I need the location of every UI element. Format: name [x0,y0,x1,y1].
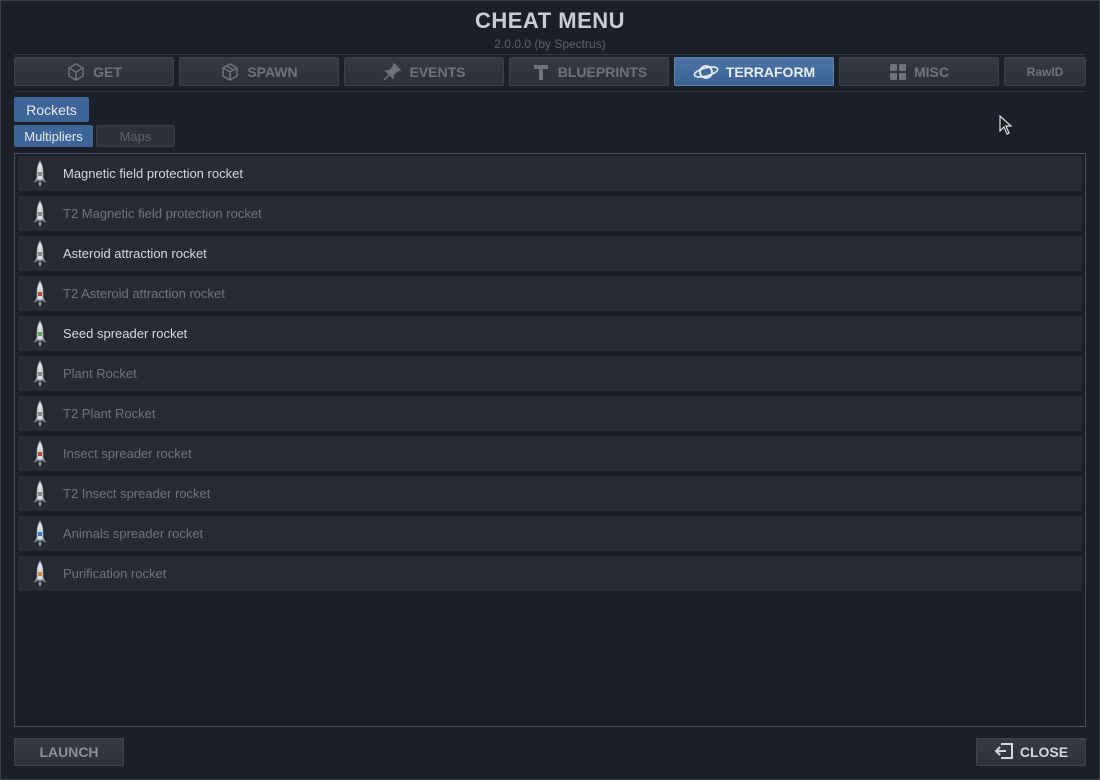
tab-events[interactable]: EVENTS [344,57,504,86]
tab-label: MISC [914,63,949,80]
tab-blueprints[interactable]: BLUEPRINTS [509,57,669,86]
divider [14,54,1086,55]
tab-label: RawID [1026,64,1064,79]
list-item-label: Animals spreader rocket [63,526,204,541]
list-item[interactable]: T2 Magnetic field protection rocket [18,196,1082,232]
list-item-label: Purification rocket [63,566,167,581]
list-item[interactable]: T2 Plant Rocket [18,396,1082,432]
list-item-label: T2 Asteroid attraction rocket [63,286,225,301]
tab-label: GET [93,63,122,80]
list-item[interactable]: Purification rocket [18,556,1082,592]
subtab-multipliers[interactable]: Multipliers [14,125,93,147]
close-button[interactable]: CLOSE [976,738,1086,766]
planet-icon [693,62,719,82]
rocket-icon [20,556,60,591]
list-item-label: T2 Magnetic field protection rocket [63,206,262,221]
list-item-label: T2 Insect spreader rocket [63,486,211,501]
list-item-label: Insect spreader rocket [63,446,192,461]
rocket-icon [20,436,60,471]
list-item[interactable]: Insect spreader rocket [18,436,1082,472]
rocket-icon [20,316,60,351]
exit-icon [994,742,1014,763]
pin-icon [382,62,402,82]
grid-icon [889,63,907,81]
rocket-icon [20,196,60,231]
list-item[interactable]: Seed spreader rocket [18,316,1082,352]
subtab-maps[interactable]: Maps [96,125,175,147]
rocket-icon [20,156,60,191]
list-item-label: Plant Rocket [63,366,137,381]
rocket-list: Magnetic field protection rocket T2 Magne… [14,153,1086,727]
list-item[interactable]: Plant Rocket [18,356,1082,392]
tab-terraform[interactable]: TERRAFORM [674,57,834,86]
rocket-icon [20,476,60,511]
cube-icon [66,62,86,82]
launch-label: LAUNCH [39,744,99,760]
box-icon [220,62,240,82]
divider [14,91,1086,92]
window-title: CHEAT MENU [474,8,626,33]
tab-misc[interactable]: MISC [839,57,999,86]
close-label: CLOSE [1019,744,1069,760]
tab-label: EVENTS [409,63,466,80]
hammer-icon [531,62,551,82]
list-item-label: Magnetic field protection rocket [63,166,243,181]
rocket-icon [20,236,60,271]
list-item-label: Asteroid attraction rocket [63,246,207,261]
list-item[interactable]: T2 Insect spreader rocket [18,476,1082,512]
list-item-label: Seed spreader rocket [63,326,188,341]
launch-button[interactable]: LAUNCH [14,738,124,766]
list-item[interactable]: Animals spreader rocket [18,516,1082,552]
list-item[interactable]: T2 Asteroid attraction rocket [18,276,1082,312]
tab-label: BLUEPRINTS [557,63,648,80]
tab-label: SPAWN [247,63,298,80]
tab-spawn[interactable]: SPAWN [179,57,339,86]
rocket-icon [20,516,60,551]
rocket-icon [20,396,60,431]
rocket-icon [20,276,60,311]
mouse-cursor-icon [999,114,1013,140]
version-subtitle: 2.0.0.0 (by Spectrus) [494,37,606,51]
list-item-label: T2 Plant Rocket [63,406,156,421]
rocket-icon [20,356,60,391]
tab-label: TERRAFORM [725,63,816,80]
list-item[interactable]: Magnetic field protection rocket [18,156,1082,192]
tab-rawid[interactable]: RawID [1004,57,1086,86]
tab-get[interactable]: GET [14,57,174,86]
list-item[interactable]: Asteroid attraction rocket [18,236,1082,272]
category-tab-rockets[interactable]: Rockets [14,97,89,122]
